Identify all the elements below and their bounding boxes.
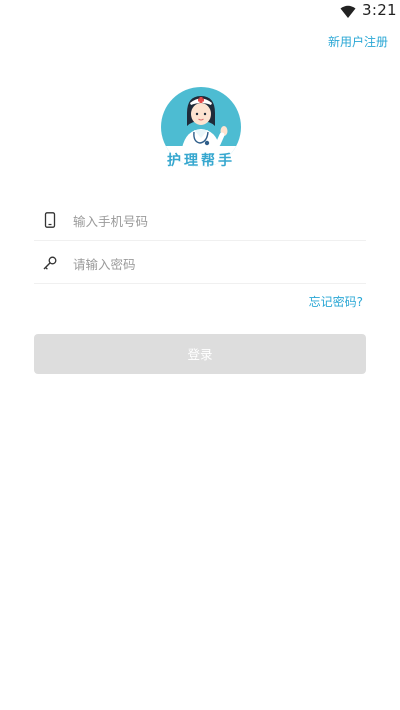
phone-input[interactable] — [71, 209, 355, 233]
key-icon — [43, 256, 57, 270]
phone-field — [34, 200, 366, 241]
status-bar: 3:21 — [0, 0, 400, 24]
logo-text: 护理帮手 — [167, 153, 235, 169]
phone-icon — [44, 212, 56, 228]
app-logo: 护理帮手 — [160, 86, 242, 169]
forgot-password-link[interactable]: 忘记密码? — [309, 293, 363, 310]
register-link[interactable]: 新用户注册 — [328, 33, 388, 50]
status-time: 3:21 — [362, 1, 397, 19]
password-field — [34, 243, 366, 284]
password-input[interactable] — [71, 252, 355, 276]
login-button[interactable]: 登录 — [34, 334, 366, 374]
wifi-icon — [340, 5, 356, 18]
